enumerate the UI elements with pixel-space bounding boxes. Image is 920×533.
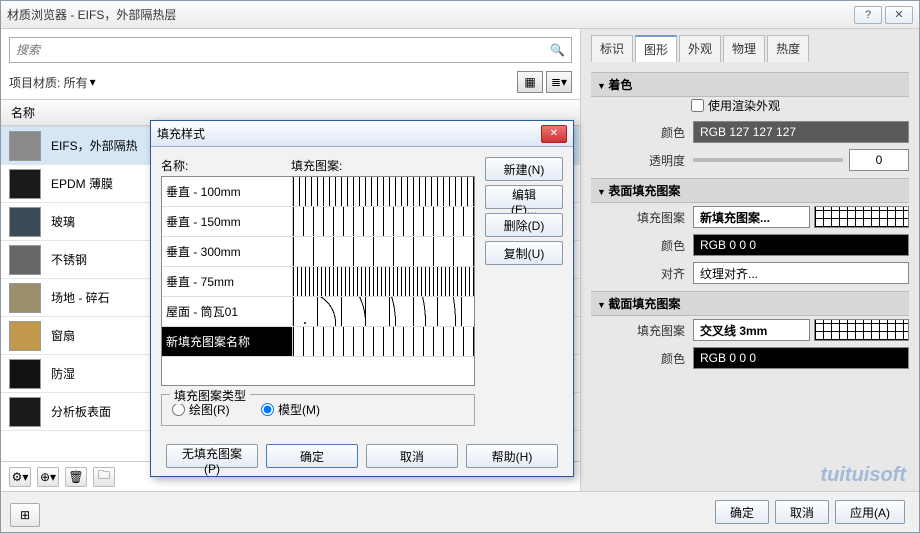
new-button[interactable]: 新建(N) xyxy=(485,157,563,181)
material-swatch xyxy=(9,359,41,389)
add-icon[interactable]: ⊕▾ xyxy=(37,467,59,487)
material-swatch xyxy=(9,321,41,351)
surface-pattern-value[interactable]: 新填充图案... xyxy=(693,206,810,228)
pattern-preview xyxy=(292,267,474,296)
material-swatch xyxy=(9,397,41,427)
pattern-row[interactable]: 垂直 - 150mm xyxy=(162,207,474,237)
expand-button[interactable]: ⊞ xyxy=(10,503,40,527)
chevron-down-icon[interactable]: ▾ xyxy=(90,75,96,89)
tab-appearance[interactable]: 外观 xyxy=(679,35,721,62)
delete-icon[interactable]: 🗑 xyxy=(65,467,87,487)
material-name: EIFS，外部隔热 xyxy=(51,137,138,154)
pattern-row[interactable]: 垂直 - 100mm xyxy=(162,177,474,207)
search-box[interactable]: 🔍 xyxy=(9,37,572,63)
section-shading[interactable]: 着色 xyxy=(591,72,909,97)
pattern-preview xyxy=(292,327,474,356)
material-name: EPDM 薄膜 xyxy=(51,175,113,192)
cut-pattern-preview[interactable] xyxy=(814,319,909,341)
surface-pattern-preview[interactable] xyxy=(814,206,909,228)
duplicate-button[interactable]: 复制(U) xyxy=(485,241,563,265)
view-grid-button[interactable]: ▦ xyxy=(517,71,543,93)
pattern-name: 垂直 - 75mm xyxy=(162,273,292,290)
pattern-row[interactable]: 屋面 - 筒瓦01 xyxy=(162,297,474,327)
tabs: 标识 图形 外观 物理 热度 xyxy=(591,35,909,62)
dialog-cancel-button[interactable]: 取消 xyxy=(366,444,458,468)
transparency-slider[interactable] xyxy=(693,158,843,162)
use-render-checkbox[interactable] xyxy=(691,99,704,112)
material-swatch xyxy=(9,207,41,237)
settings-icon[interactable]: ⚙▾ xyxy=(9,467,31,487)
dialog-side-buttons: 新建(N) 编辑(E)... 删除(D) 复制(U) xyxy=(485,157,563,426)
section-cut[interactable]: 截面填充图案 xyxy=(591,291,909,316)
material-swatch xyxy=(9,245,41,275)
window-title: 材质浏览器 - EIFS，外部隔热层 xyxy=(7,6,851,23)
material-swatch xyxy=(9,169,41,199)
pattern-name: 垂直 - 150mm xyxy=(162,213,292,230)
dialog-footer: 无填充图案(P) 确定 取消 帮助(H) xyxy=(151,436,573,476)
dialog-help-button[interactable]: 帮助(H) xyxy=(466,444,558,468)
section-surface[interactable]: 表面填充图案 xyxy=(591,178,909,203)
cancel-button[interactable]: 取消 xyxy=(775,500,829,524)
ok-button[interactable]: 确定 xyxy=(715,500,769,524)
filter-label[interactable]: 项目材质: 所有 xyxy=(9,74,88,91)
titlebar[interactable]: 材质浏览器 - EIFS，外部隔热层 ? ✕ xyxy=(1,1,919,29)
pattern-row[interactable]: 新填充图案名称 xyxy=(162,327,474,357)
fill-pattern-dialog: 填充样式 ✕ 名称:填充图案: 垂直 - 100mm垂直 - 150mm垂直 -… xyxy=(150,120,574,477)
dialog-titlebar[interactable]: 填充样式 ✕ xyxy=(151,121,573,147)
radio-model[interactable]: 模型(M) xyxy=(261,401,320,418)
filter-row: 项目材质: 所有 ▾ ▦ ≣▾ xyxy=(9,71,572,93)
material-swatch xyxy=(9,131,41,161)
surface-align-value[interactable]: 纹理对齐... xyxy=(693,262,909,284)
use-render-row: 使用渲染外观 xyxy=(691,97,909,114)
material-name: 分析板表面 xyxy=(51,403,111,420)
search-input[interactable] xyxy=(16,43,550,57)
material-name: 防湿 xyxy=(51,365,75,382)
pattern-name: 新填充图案名称 xyxy=(162,333,292,350)
surface-color-value[interactable]: RGB 0 0 0 xyxy=(693,234,909,256)
edit-button[interactable]: 编辑(E)... xyxy=(485,185,563,209)
material-name: 场地 - 碎石 xyxy=(51,289,110,306)
window-footer: 确定 取消 应用(A) xyxy=(1,491,919,532)
material-swatch xyxy=(9,283,41,313)
dialog-ok-button[interactable]: 确定 xyxy=(266,444,358,468)
tab-physical[interactable]: 物理 xyxy=(723,35,765,62)
dialog-title: 填充样式 xyxy=(157,125,541,142)
right-panel: 标识 图形 外观 物理 热度 着色 使用渲染外观 颜色RGB 127 127 1… xyxy=(581,29,919,491)
shade-color-value[interactable]: RGB 127 127 127 xyxy=(693,121,909,143)
pattern-row[interactable]: 垂直 - 75mm xyxy=(162,267,474,297)
tab-identity[interactable]: 标识 xyxy=(591,35,633,62)
material-name: 玻璃 xyxy=(51,213,75,230)
dialog-close-button[interactable]: ✕ xyxy=(541,125,567,143)
pattern-preview xyxy=(292,207,474,236)
watermark: tuituisoft xyxy=(820,464,906,487)
no-pattern-button[interactable]: 无填充图案(P) xyxy=(166,444,258,468)
pattern-name: 垂直 - 100mm xyxy=(162,183,292,200)
tab-graphics[interactable]: 图形 xyxy=(635,35,677,62)
pattern-type-fieldset: 填充图案类型 绘图(R) 模型(M) xyxy=(161,394,475,426)
pattern-name: 屋面 - 筒瓦01 xyxy=(162,303,292,320)
pattern-preview xyxy=(292,297,474,326)
close-button[interactable]: ✕ xyxy=(885,6,913,24)
pattern-row[interactable]: 垂直 - 300mm xyxy=(162,237,474,267)
pattern-preview xyxy=(292,177,474,206)
help-button[interactable]: ? xyxy=(854,6,882,24)
folder-icon[interactable]: 🗀 xyxy=(93,467,115,487)
dialog-left: 名称:填充图案: 垂直 - 100mm垂直 - 150mm垂直 - 300mm垂… xyxy=(161,157,475,426)
cut-color-value[interactable]: RGB 0 0 0 xyxy=(693,347,909,369)
material-name: 不锈钢 xyxy=(51,251,87,268)
pattern-name: 垂直 - 300mm xyxy=(162,243,292,260)
delete-button[interactable]: 删除(D) xyxy=(485,213,563,237)
view-list-button[interactable]: ≣▾ xyxy=(546,71,572,93)
search-icon: 🔍 xyxy=(550,43,565,57)
material-name: 窗扇 xyxy=(51,327,75,344)
apply-button[interactable]: 应用(A) xyxy=(835,500,905,524)
pattern-preview xyxy=(292,237,474,266)
pattern-list[interactable]: 垂直 - 100mm 垂直 - 150mm 垂直 - 300mm 垂直 - 75mm 屋… xyxy=(161,176,475,386)
cut-pattern-value[interactable]: 交叉线 3mm xyxy=(693,319,810,341)
tab-thermal[interactable]: 热度 xyxy=(767,35,809,62)
transparency-value[interactable]: 0 xyxy=(849,149,909,171)
